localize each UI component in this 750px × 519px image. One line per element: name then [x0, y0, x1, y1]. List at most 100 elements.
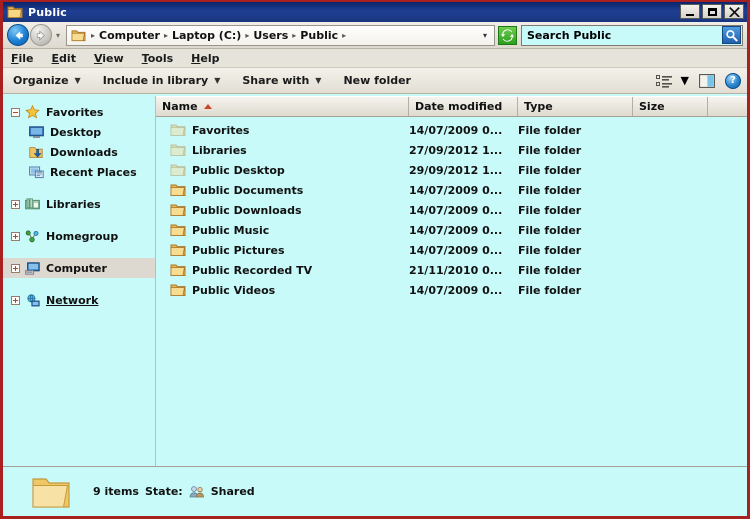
organize-button[interactable]: Organize ▼: [13, 74, 81, 87]
navigation-pane: Favorites Desktop Downloads Recent Place…: [3, 96, 156, 466]
breadcrumb-separator[interactable]: ▸: [290, 31, 298, 40]
help-button[interactable]: ?: [725, 72, 741, 89]
sidebar-item-libraries[interactable]: Libraries: [3, 194, 155, 214]
breadcrumb-separator[interactable]: ▸: [162, 31, 170, 40]
forward-button[interactable]: [30, 24, 52, 46]
table-row[interactable]: Favorites 14/07/2009 0... File folder: [156, 120, 747, 140]
sidebar-item-network[interactable]: Network: [3, 290, 155, 310]
breadcrumb-item-users[interactable]: Users: [251, 29, 290, 42]
search-input[interactable]: [527, 28, 722, 42]
sidebar-item-homegroup[interactable]: Homegroup: [3, 226, 155, 246]
breadcrumb-separator[interactable]: ▸: [340, 31, 348, 40]
status-text: 9 items State: Shared: [93, 485, 255, 499]
sidebar-item-desktop[interactable]: Desktop: [3, 122, 155, 142]
sidebar-item-computer[interactable]: Computer: [3, 258, 155, 278]
expand-expander-icon[interactable]: [11, 231, 20, 241]
title-bar[interactable]: Public: [3, 2, 747, 22]
sidebar-item-recent-places[interactable]: Recent Places: [3, 162, 155, 182]
table-row[interactable]: Libraries 27/09/2012 1... File folder: [156, 140, 747, 160]
column-label-type: Type: [524, 100, 553, 113]
column-header-type[interactable]: Type: [518, 97, 633, 116]
breadcrumb-item-public[interactable]: Public: [298, 29, 340, 42]
folder-icon: [170, 144, 186, 156]
table-row[interactable]: Public Downloads 14/07/2009 0... File fold…: [156, 200, 747, 220]
file-name-cell[interactable]: Public Music: [156, 223, 409, 237]
close-icon: [728, 7, 740, 17]
include-in-library-button[interactable]: Include in library ▼: [103, 74, 221, 87]
view-options-dropdown[interactable]: ▼: [681, 74, 689, 87]
column-header-size[interactable]: Size: [633, 97, 708, 116]
view-options-button[interactable]: [655, 74, 673, 88]
file-date-cell: 21/11/2010 0...: [409, 263, 503, 277]
sidebar-item-favorites[interactable]: Favorites: [3, 102, 155, 122]
shared-users-icon: [189, 485, 205, 499]
sidebar-label-desktop: Desktop: [50, 125, 102, 139]
explorer-body: Favorites Desktop Downloads Recent Place…: [3, 96, 747, 466]
table-row[interactable]: Public Documents 14/07/2009 0... File fold…: [156, 180, 747, 200]
expand-expander-icon[interactable]: [11, 295, 20, 305]
desktop-icon: [29, 125, 45, 140]
sort-ascending-icon: [203, 104, 212, 109]
file-name-cell[interactable]: Libraries: [156, 143, 409, 157]
column-header-date-modified[interactable]: Date modified: [409, 97, 518, 116]
column-header-filler: [708, 97, 747, 116]
column-header-name[interactable]: Name: [156, 97, 409, 116]
folder-icon: [170, 264, 186, 276]
breadcrumb-item-laptop-c[interactable]: Laptop (C:): [170, 29, 243, 42]
file-date-cell: 14/07/2009 0...: [409, 283, 503, 297]
minimize-button[interactable]: [680, 4, 700, 19]
file-date-cell: 29/09/2012 1...: [409, 163, 503, 177]
column-label-date-modified: Date modified: [415, 100, 503, 113]
sidebar-label-downloads: Downloads: [50, 145, 118, 159]
new-folder-label: New folder: [343, 74, 411, 87]
table-row[interactable]: Public Recorded TV 21/11/2010 0... File fo…: [156, 260, 747, 280]
file-name: Public Documents: [192, 183, 304, 197]
file-name-cell[interactable]: Favorites: [156, 123, 409, 137]
table-row[interactable]: Public Videos 14/07/2009 0... File folder: [156, 280, 747, 300]
state-label: State:: [144, 485, 183, 498]
recent-places-icon: [29, 165, 45, 180]
table-row[interactable]: Public Music 14/07/2009 0... File folder: [156, 220, 747, 240]
folder-icon: [170, 164, 186, 176]
chevron-down-icon[interactable]: ▾: [481, 31, 492, 40]
close-button[interactable]: [724, 4, 744, 19]
menu-item-view[interactable]: View: [94, 50, 135, 67]
table-row[interactable]: Public Desktop 29/09/2012 1... File folder: [156, 160, 747, 180]
collapse-expander-icon[interactable]: [11, 107, 20, 117]
window-title: Public: [28, 5, 68, 19]
file-name-cell[interactable]: Public Recorded TV: [156, 263, 409, 277]
back-button[interactable]: [7, 24, 29, 46]
file-date-cell: 27/09/2012 1...: [409, 143, 503, 157]
sidebar-label-recent-places: Recent Places: [50, 165, 137, 179]
file-name-cell[interactable]: Public Videos: [156, 283, 409, 297]
file-name-cell[interactable]: Public Desktop: [156, 163, 409, 177]
expand-expander-icon[interactable]: [11, 263, 20, 273]
breadcrumb-item-computer[interactable]: Computer: [97, 29, 162, 42]
refresh-button[interactable]: [498, 25, 517, 45]
file-name-cell[interactable]: Public Pictures: [156, 243, 409, 257]
chevron-down-icon: ▼: [315, 76, 322, 85]
sidebar-item-downloads[interactable]: Downloads: [3, 142, 155, 162]
menu-item-file[interactable]: File: [11, 50, 45, 67]
menu-item-edit[interactable]: Edit: [52, 50, 87, 67]
sidebar-label-network: Network: [46, 293, 99, 307]
expand-expander-icon[interactable]: [11, 199, 20, 209]
table-row[interactable]: Public Pictures 14/07/2009 0... File folde…: [156, 240, 747, 260]
search-box[interactable]: [521, 24, 743, 46]
breadcrumb-bar[interactable]: ▸ Computer ▸ Laptop (C:) ▸ Users ▸ Publi…: [66, 24, 495, 46]
share-with-button[interactable]: Share with ▼: [242, 74, 321, 87]
menu-item-help[interactable]: Help: [191, 50, 230, 67]
file-date-cell: 14/07/2009 0...: [409, 203, 503, 217]
file-name-cell[interactable]: Public Downloads: [156, 203, 409, 217]
preview-pane-button[interactable]: [699, 73, 715, 88]
history-dropdown-button[interactable]: ▾: [52, 31, 64, 40]
new-folder-button[interactable]: New folder: [343, 74, 411, 87]
share-with-label: Share with: [242, 74, 310, 87]
breadcrumb-separator[interactable]: ▸: [89, 31, 97, 40]
menu-item-tools[interactable]: Tools: [142, 50, 184, 67]
file-name-cell[interactable]: Public Documents: [156, 183, 409, 197]
breadcrumb-separator[interactable]: ▸: [243, 31, 251, 40]
search-button[interactable]: [722, 26, 741, 44]
maximize-button[interactable]: [702, 4, 722, 19]
file-name: Public Desktop: [192, 163, 285, 177]
